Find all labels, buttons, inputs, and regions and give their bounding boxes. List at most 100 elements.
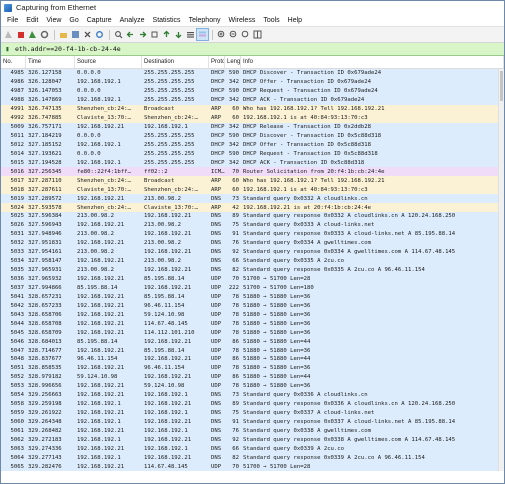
normal-size-icon[interactable]	[240, 29, 251, 40]
zoom-in-icon[interactable]	[216, 29, 227, 40]
open-icon[interactable]	[58, 29, 69, 40]
packet-row[interactable]: 5047 328.714677 192.168.192.21 85.195.88.14…	[1, 346, 504, 355]
column-header-protocol[interactable]: Protoc	[209, 56, 225, 68]
packet-row[interactable]: 5037 327.994866 85.195.88.14 192.168.192.21…	[1, 283, 504, 293]
packet-row[interactable]: 5063 329.274336 192.168.192.21 192.168.192.…	[1, 444, 504, 454]
column-header-destination[interactable]: Destination	[142, 56, 209, 68]
packet-time: 328.714677	[28, 347, 62, 354]
packet-row[interactable]: 5032 327.951831 192.168.192.21 213.00.98.2 D…	[1, 238, 504, 248]
menu-file[interactable]: File	[3, 17, 22, 24]
packet-row[interactable]: 5060 329.264348 192.168.192.1 192.168.192.2…	[1, 417, 504, 427]
packet-row[interactable]: 5062 329.272183 192.168.192.1 192.168.192.2…	[1, 435, 504, 445]
packet-row[interactable]: 4992 326.747885 Claviste_13:70:… Shenzhen_c…	[1, 113, 504, 123]
packet-info: Standard query 0x0339 A 2cu.co	[243, 445, 345, 452]
packet-protocol: DHCP	[211, 150, 225, 157]
back-icon[interactable]	[125, 29, 136, 40]
column-header-length[interactable]: Lengt	[225, 56, 241, 68]
packet-row[interactable]: 5009 326.757171 192.168.192.21 192.168.192.…	[1, 122, 504, 132]
packet-row[interactable]: 5011 327.184219 0.0.0.0 255.255.255.255 DHCP…	[1, 131, 504, 141]
column-header-source[interactable]: Source	[75, 56, 142, 68]
menu-go[interactable]: Go	[65, 17, 82, 24]
menu-statistics[interactable]: Statistics	[149, 17, 185, 24]
packet-row[interactable]: 5031 327.948946 213.00.98.2 192.168.192.21 D…	[1, 229, 504, 239]
packet-row[interactable]: 5043 328.658706 192.168.192.21 59.124.10.98…	[1, 310, 504, 320]
go-to-icon[interactable]	[149, 29, 160, 40]
packet-row[interactable]: 4988 326.147869 192.168.192.1 255.255.255.2…	[1, 95, 504, 105]
packet-row[interactable]: 5026 327.596943 192.168.192.21 213.00.98.2 D…	[1, 220, 504, 230]
packet-info: 51880 → 51880 Len=36	[243, 320, 311, 327]
packet-row[interactable]: 5061 329.268482 192.168.192.21 192.168.192.…	[1, 426, 504, 436]
packet-row[interactable]: 5053 328.996656 192.168.192.21 59.124.10.98…	[1, 381, 504, 391]
menu-help[interactable]: Help	[284, 17, 306, 24]
display-filter-input[interactable]	[15, 44, 504, 54]
packet-protocol: UDP	[211, 276, 222, 283]
packet-row[interactable]: 5033 327.954161 213.00.98.2 192.168.192.21 D…	[1, 247, 504, 257]
stop-icon[interactable]	[15, 29, 26, 40]
forward-icon[interactable]	[137, 29, 148, 40]
packet-protocol: DHCP	[211, 79, 225, 86]
packet-row[interactable]: 4991 326.747135 Shenzhen_cb:24:… Broadcast A…	[1, 104, 504, 114]
packet-row[interactable]: 5058 329.259198 192.168.192.1 192.168.192.2…	[1, 399, 504, 409]
bookmark-icon[interactable]: ▮	[3, 45, 12, 53]
packet-row[interactable]: 5024 327.593578 Shenzhen_cb:24:… Claviste_1…	[1, 203, 504, 212]
packet-row[interactable]: 5059 329.261922 192.168.192.21 192.168.192.…	[1, 408, 504, 418]
packet-info: 51880 → 51880 Len=44	[243, 356, 311, 363]
menu-analyze[interactable]: Analyze	[116, 17, 149, 24]
first-icon[interactable]	[161, 29, 172, 40]
packet-row[interactable]: 5042 328.657233 192.168.192.21 96.46.11.154…	[1, 301, 504, 311]
packet-row[interactable]: 5036 327.965932 192.168.192.21 85.195.88.14…	[1, 274, 504, 284]
vertical-scrollbar[interactable]	[498, 69, 504, 472]
packet-row[interactable]: 5044 328.658708 192.168.192.21 114.67.48.14…	[1, 319, 504, 329]
packet-row[interactable]: 5065 329.282476 192.168.192.21 114.67.48.14…	[1, 462, 504, 472]
scrollbar-thumb[interactable]	[500, 71, 503, 101]
menu-capture[interactable]: Capture	[83, 17, 116, 24]
gear-icon[interactable]	[39, 29, 50, 40]
packet-row[interactable]: 5054 329.256663 192.168.192.21 192.168.192.…	[1, 390, 504, 400]
save-icon[interactable]	[70, 29, 81, 40]
menu-view[interactable]: View	[42, 17, 65, 24]
packet-row[interactable]: 5012 327.185152 192.168.192.1 255.255.255.2…	[1, 140, 504, 150]
packet-destination: 85.195.88.14	[144, 276, 185, 283]
close-file-icon[interactable]	[82, 29, 93, 40]
packet-info: Standard query response 0x0338 A gwellti…	[243, 436, 456, 443]
packet-row[interactable]: 5017 327.287110 Shenzhen_cb:24:… Broadcast A…	[1, 176, 504, 186]
packet-row[interactable]: 4985 326.127158 0.0.0.0 255.255.255.255 DHCP…	[1, 69, 504, 78]
packet-row[interactable]: 5035 327.965931 213.00.98.2 192.168.192.21 D…	[1, 265, 504, 275]
packet-row[interactable]: 5014 327.193621 0.0.0.0 255.255.255.255 DHCP…	[1, 149, 504, 159]
reload-icon[interactable]	[94, 29, 105, 40]
packet-row[interactable]: 5015 327.194528 192.168.192.1 255.255.255.2…	[1, 158, 504, 168]
shark-fin-start-icon[interactable]	[3, 29, 14, 40]
packet-row[interactable]: 5048 328.837677 96.46.11.154 192.168.192.21…	[1, 355, 504, 364]
packet-row[interactable]: 4987 326.147053 0.0.0.0 255.255.255.255 DHCP…	[1, 86, 504, 96]
packet-length: 342	[228, 141, 239, 148]
packet-row[interactable]: 5025 327.596384 213.00.98.2 192.168.192.21 D…	[1, 212, 504, 221]
resize-columns-icon[interactable]	[252, 29, 263, 40]
packet-row[interactable]: 5016 327.256345 fe80::22f4:1bff… ff02::2 ICM…	[1, 167, 504, 177]
packet-row[interactable]: 5018 327.287611 Claviste_13:70:… Shenzhen_c…	[1, 185, 504, 195]
last-icon[interactable]	[173, 29, 184, 40]
packet-row[interactable]: 5046 328.684013 85.195.88.14 192.168.192.21…	[1, 337, 504, 347]
packet-no: 5062	[10, 436, 24, 443]
zoom-out-icon[interactable]	[228, 29, 239, 40]
menu-wireless[interactable]: Wireless	[224, 17, 259, 24]
packet-row[interactable]: 5034 327.958147 192.168.192.21 213.00.98.2 D…	[1, 256, 504, 266]
packet-row[interactable]: 5051 328.858535 192.168.192.21 96.46.11.154…	[1, 363, 504, 373]
colorize-icon[interactable]	[196, 28, 209, 41]
packet-row[interactable]: 5019 327.289572 192.168.192.21 213.00.98.2 D…	[1, 194, 504, 204]
find-icon[interactable]	[113, 29, 124, 40]
restart-icon[interactable]	[27, 29, 38, 40]
column-header-info[interactable]: Info	[241, 56, 504, 68]
menu-telephony[interactable]: Telephony	[185, 17, 225, 24]
autoscroll-icon[interactable]	[185, 29, 196, 40]
packet-source: 192.168.192.1	[77, 79, 121, 86]
packet-row[interactable]: 5064 329.277143 192.168.192.1 192.168.192.2…	[1, 453, 504, 463]
packet-time: 327.994866	[28, 284, 62, 291]
packet-row[interactable]: 5041 328.657231 192.168.192.21 85.195.88.14…	[1, 292, 504, 302]
packet-row[interactable]: 5052 328.979182 59.124.10.98 192.168.192.21…	[1, 372, 504, 382]
menu-tools[interactable]: Tools	[259, 17, 283, 24]
column-header-time[interactable]: Time	[26, 56, 75, 68]
column-header-no[interactable]: No.	[1, 56, 26, 68]
packet-row[interactable]: 5045 328.658709 192.168.192.21 114.112.101.…	[1, 328, 504, 338]
menu-edit[interactable]: Edit	[22, 17, 42, 24]
packet-row[interactable]: 4986 326.128047 192.168.192.1 255.255.255.2…	[1, 77, 504, 87]
